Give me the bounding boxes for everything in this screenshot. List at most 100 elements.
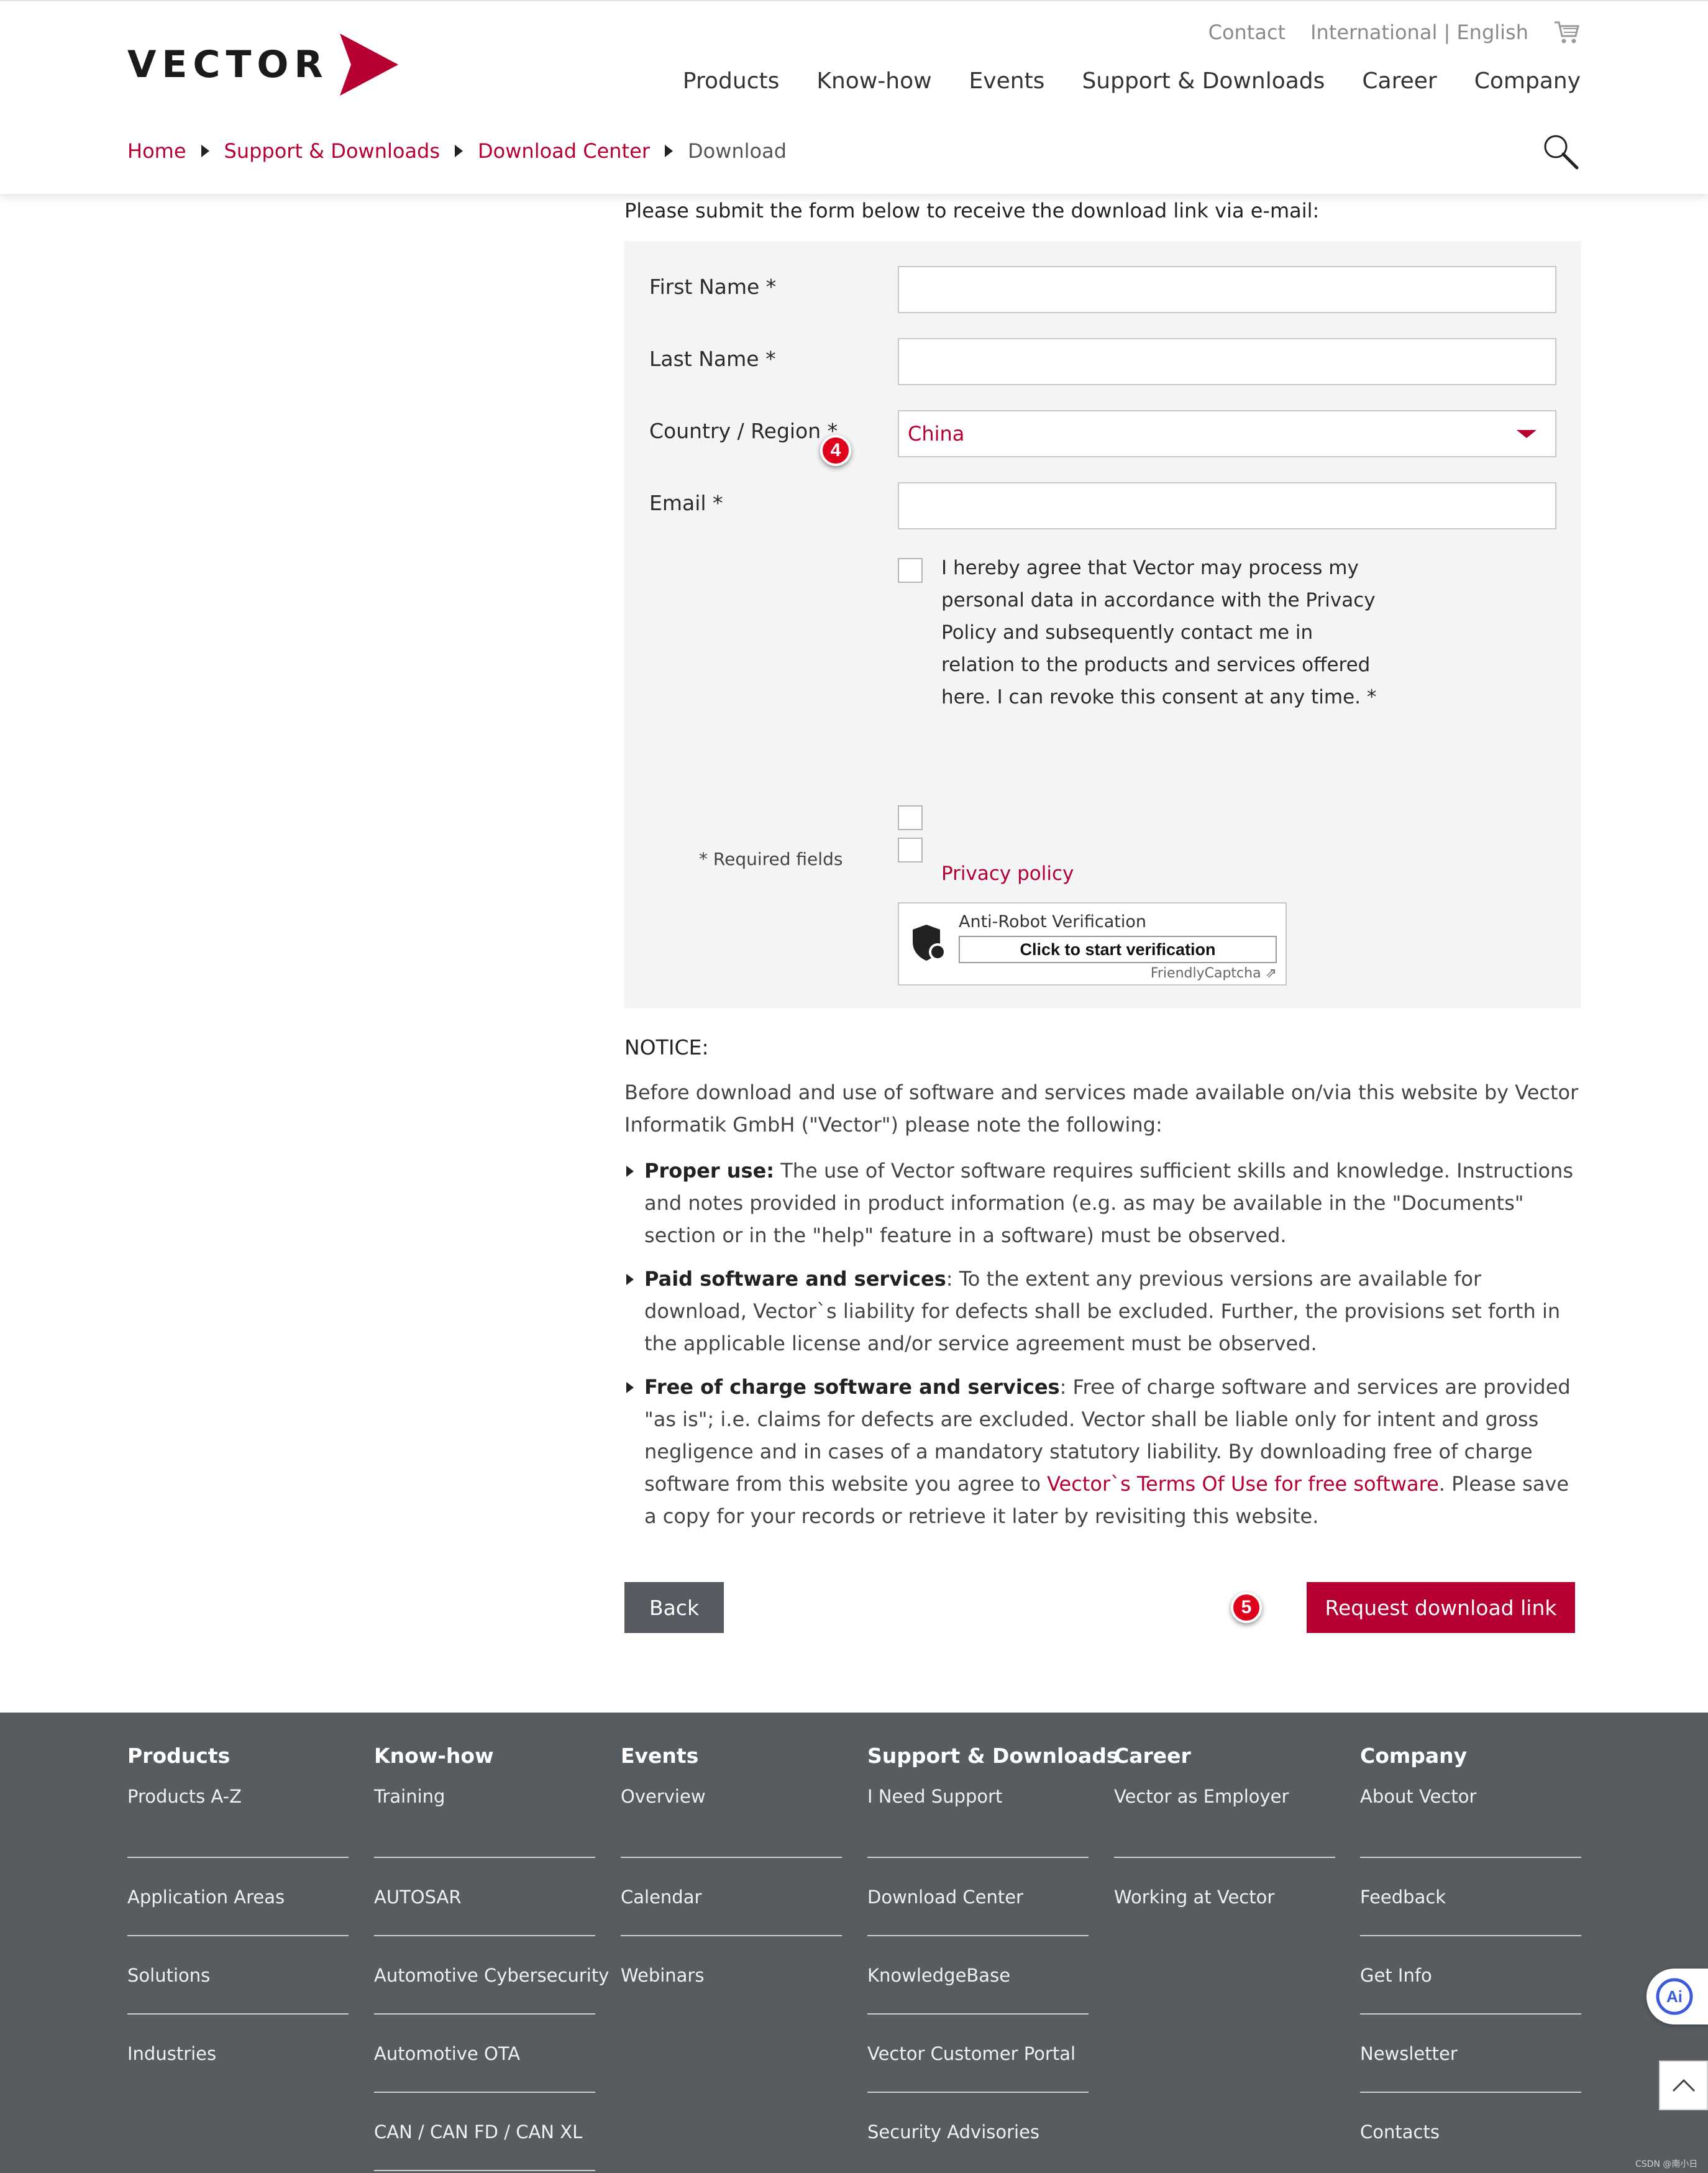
- footer-col-support-downloads: Support & Downloads I Need Support Downl…: [867, 1744, 1119, 2171]
- privacy-policy-link[interactable]: Privacy policy: [941, 862, 1074, 885]
- nav-career[interactable]: Career: [1362, 68, 1436, 94]
- notice-item-free-software: Free of charge software and services: Fr…: [624, 1371, 1584, 1532]
- footer-heading: Company: [1360, 1744, 1468, 1768]
- country-select[interactable]: China: [898, 410, 1556, 457]
- request-download-link-button[interactable]: Request download link: [1307, 1582, 1575, 1633]
- first-name-label: First Name *: [649, 275, 777, 299]
- step-badge-4: 4: [820, 435, 851, 466]
- footer-link[interactable]: Newsletter: [1360, 2015, 1581, 2093]
- back-button[interactable]: Back: [624, 1582, 724, 1633]
- nav-products[interactable]: Products: [683, 68, 779, 94]
- country-selected-value: China: [908, 422, 965, 446]
- footer-heading: Products: [127, 1744, 231, 1768]
- footer-col-company: Company About Vector Feedback Get Info N…: [1360, 1744, 1581, 2171]
- footer-link[interactable]: Industries: [127, 2015, 349, 2093]
- logo-text: VECTOR: [127, 43, 329, 86]
- footer-link[interactable]: Download Center: [867, 1858, 1089, 1936]
- notice-item-text: The use of Vector software requires suff…: [644, 1159, 1573, 1247]
- vector-logo[interactable]: VECTOR: [127, 34, 398, 96]
- search-icon[interactable]: [1541, 132, 1581, 172]
- captcha-widget: Anti-Robot Verification Click to start v…: [898, 902, 1287, 986]
- breadcrumb-arrow-icon: [455, 145, 464, 157]
- chevron-up-icon: [1672, 2079, 1695, 2092]
- notice-item-paid-software: Paid software and services: To the exten…: [624, 1263, 1584, 1360]
- last-name-label: Last Name *: [649, 347, 776, 371]
- notice-intro: Before download and use of software and …: [624, 1081, 1579, 1137]
- footer-col-products: Products Products A-Z Application Areas …: [127, 1744, 349, 2093]
- breadcrumb-support-downloads[interactable]: Support & Downloads: [224, 139, 441, 163]
- top-nav: Contact International | English: [1208, 19, 1581, 46]
- footer-col-know-how: Know-how Training AUTOSAR Automotive Cyb…: [374, 1744, 609, 2171]
- footer-link[interactable]: About Vector: [1360, 1780, 1581, 1858]
- ai-assistant-button[interactable]: Ai: [1646, 1969, 1708, 2024]
- email-input[interactable]: [898, 482, 1556, 529]
- ai-icon: Ai: [1656, 1978, 1693, 2015]
- footer-link[interactable]: Training: [374, 1780, 595, 1858]
- captcha-title: Anti-Robot Verification: [959, 912, 1147, 931]
- footer-link[interactable]: Overview: [621, 1780, 842, 1858]
- footer-link[interactable]: Get Info: [1360, 1936, 1581, 2015]
- bullet-icon: [626, 1274, 634, 1285]
- form-intro: Please submit the form below to receive …: [624, 199, 1320, 222]
- footer-heading: Know-how: [374, 1744, 494, 1768]
- footer-link[interactable]: I Need Support: [867, 1780, 1089, 1858]
- notice-item-proper-use: Proper use: The use of Vector software r…: [624, 1155, 1584, 1251]
- required-fields-note: * Required fields: [699, 849, 843, 869]
- consent-text: I hereby agree that Vector may process m…: [941, 557, 1377, 708]
- watermark: CSDN @南小日: [1635, 2159, 1698, 2169]
- footer-link[interactable]: Vector Customer Portal: [867, 2015, 1089, 2093]
- site-header: VECTOR Contact International | English P…: [0, 0, 1708, 194]
- footer-link[interactable]: Application Areas: [127, 1858, 349, 1936]
- footer-col-career: Career Vector as Employer Working at Vec…: [1114, 1744, 1335, 1936]
- nav-support-downloads[interactable]: Support & Downloads: [1082, 68, 1325, 94]
- language-selector[interactable]: International | English: [1310, 21, 1528, 44]
- notice-title: NOTICE:: [624, 1035, 709, 1059]
- terms-of-use-link[interactable]: Vector`s Terms Of Use for free software: [1047, 1472, 1439, 1496]
- shield-icon: [913, 925, 946, 961]
- logo-chevron-icon: [339, 34, 398, 96]
- breadcrumb-home[interactable]: Home: [127, 139, 186, 163]
- footer-link[interactable]: Products A-Z: [127, 1780, 349, 1858]
- footer-heading: Events: [621, 1744, 699, 1768]
- footer-link[interactable]: Feedback: [1360, 1858, 1581, 1936]
- cart-icon[interactable]: [1553, 19, 1581, 46]
- nav-company[interactable]: Company: [1474, 68, 1581, 94]
- step-badge-5: 5: [1231, 1592, 1262, 1623]
- breadcrumb-download-center[interactable]: Download Center: [478, 139, 650, 163]
- nav-know-how[interactable]: Know-how: [816, 68, 931, 94]
- scroll-to-top-button[interactable]: [1659, 2061, 1708, 2110]
- extra-checkbox-2[interactable]: [898, 838, 923, 862]
- download-form: First Name * Last Name * Country / Regio…: [624, 241, 1581, 1008]
- notice-item-heading: Proper use:: [644, 1159, 775, 1183]
- breadcrumb: Home Support & Downloads Download Center…: [127, 139, 787, 163]
- footer-link[interactable]: Automotive Cybersecurity: [374, 1936, 609, 2015]
- footer-link[interactable]: Contacts: [1360, 2093, 1581, 2171]
- contact-link[interactable]: Contact: [1208, 21, 1286, 44]
- start-verification-button[interactable]: Click to start verification: [959, 936, 1277, 963]
- last-name-input[interactable]: [898, 338, 1556, 385]
- footer-link[interactable]: Automotive OTA: [374, 2015, 595, 2093]
- footer-link[interactable]: Vector as Employer: [1114, 1780, 1335, 1858]
- nav-events[interactable]: Events: [969, 68, 1045, 94]
- footer-link[interactable]: Webinars: [621, 1936, 842, 2015]
- extra-checkbox-1[interactable]: [898, 805, 923, 830]
- notice-item-heading: Paid software and services: [644, 1267, 946, 1291]
- footer-link[interactable]: KnowledgeBase: [867, 1936, 1089, 2015]
- first-name-input[interactable]: [898, 266, 1556, 313]
- captcha-brand-link[interactable]: FriendlyCaptcha ⇗: [1151, 966, 1277, 981]
- bullet-icon: [626, 1166, 634, 1177]
- footer-link[interactable]: Security Advisories: [867, 2093, 1089, 2171]
- consent-checkbox[interactable]: [898, 558, 923, 583]
- footer-heading: Support & Downloads: [867, 1744, 1119, 1768]
- main-nav: Products Know-how Events Support & Downl…: [683, 68, 1581, 94]
- ai-icon-label: Ai: [1666, 1987, 1683, 2006]
- footer-link[interactable]: Working at Vector: [1114, 1858, 1335, 1936]
- footer-link[interactable]: CAN / CAN FD / CAN XL: [374, 2093, 595, 2171]
- email-label: Email *: [649, 491, 723, 515]
- footer-link[interactable]: Calendar: [621, 1858, 842, 1936]
- footer-col-events: Events Overview Calendar Webinars: [621, 1744, 842, 2015]
- footer-link[interactable]: Solutions: [127, 1936, 349, 2015]
- notice-item-heading: Free of charge software and services: [644, 1375, 1060, 1399]
- breadcrumb-arrow-icon: [201, 145, 209, 157]
- footer-link[interactable]: AUTOSAR: [374, 1858, 595, 1936]
